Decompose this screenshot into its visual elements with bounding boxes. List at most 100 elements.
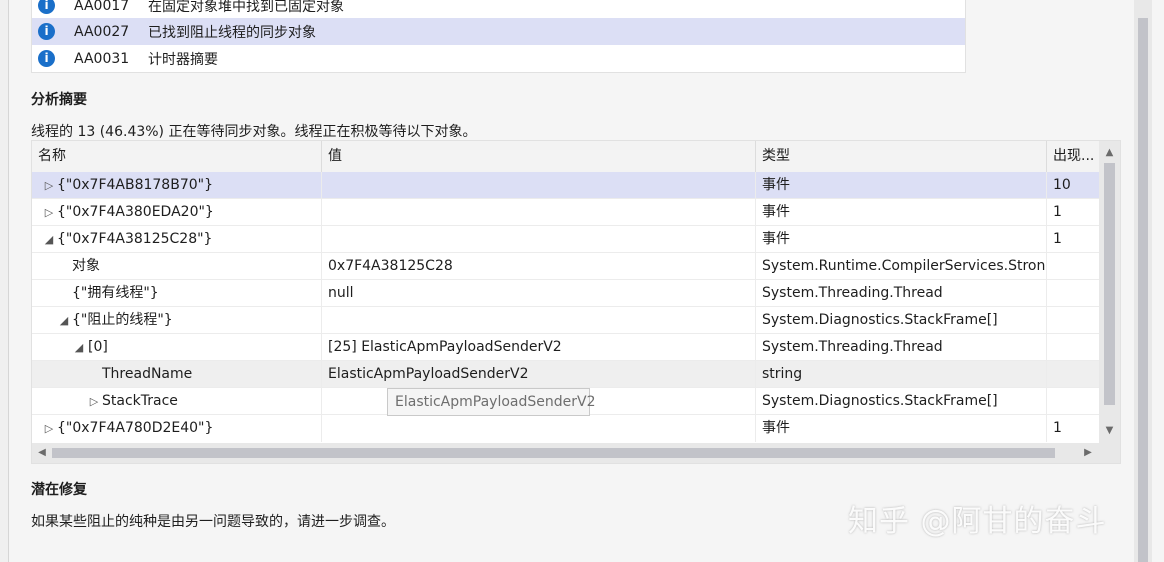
count-cell [1047,361,1099,388]
left-border [0,0,9,562]
triangle-right-icon[interactable]: ▷ [42,415,56,442]
type-cell: System.Threading.Thread [756,334,1047,361]
name-cell: ▷ {"0x7F4A380EDA20"} [32,199,322,226]
rule-row-2[interactable]: i AA0031 计时器摘要 [32,45,965,72]
table-row[interactable]: ▷ {"0x7F4A380EDA20"} 事件 1 [32,199,1099,226]
row-name: 对象 [72,258,100,274]
value-cell: ElasticApmPayloadSenderV2 [322,361,756,388]
name-cell: ▷ {"0x7F4A780D2E40"} [32,415,322,442]
rule-id: AA0031 [74,50,130,67]
name-cell: 对象 [32,253,322,280]
triangle-right-icon[interactable]: ▷ [42,199,56,226]
name-cell: ◢ [0] [32,334,322,361]
name-cell: ◢ {"0x7F4A38125C28"} [32,226,322,253]
value-tooltip: ElasticApmPayloadSenderV2 [387,388,596,416]
table-row[interactable]: ▷ {"0x7F4AB8178B70"} 事件 10 [32,172,1099,199]
type-cell: 事件 [756,199,1047,226]
watermark: 知乎 @阿甘的奋斗 [848,504,1107,539]
count-cell: 1 [1053,420,1062,436]
rule-id: AA0027 [74,23,130,40]
scroll-left-icon[interactable]: ◀ [32,443,52,463]
type-cell: 事件 [756,226,1047,253]
grid-vertical-scrollbar[interactable]: ▲ ▼ [1099,141,1120,443]
name-cell: {"拥有线程"} [32,280,322,307]
type-cell: 事件 [756,172,1047,199]
type-cell: System.Diagnostics.StackFrame[] [756,388,1047,415]
row-name: {"0x7F4A38125C28"} [57,231,213,247]
name-cell: ThreadName [32,361,322,388]
fix-text: 如果某些阻止的纯种是由另一问题导致的，请进一步调查。 [31,514,395,530]
value-cell [322,307,756,334]
row-name: StackTrace [102,393,178,409]
row-name: {"0x7F4AB8178B70"} [57,177,213,193]
value-cell [322,415,756,442]
rule-list: i AA0017 在固定对象堆中找到已固定对象 i AA0027 已找到阻止线程… [31,0,966,73]
count-cell [1047,388,1099,415]
rule-title: 已找到阻止线程的同步对象 [148,24,316,41]
count-cell: 1 [1053,204,1062,220]
info-icon: i [38,0,55,14]
scroll-up-icon[interactable]: ▲ [1099,143,1120,163]
scroll-right-icon[interactable]: ▶ [1078,443,1098,463]
table-row[interactable]: ◢ [0] [25] ElasticApmPayloadSenderV2 Sys… [32,334,1099,361]
value-cell [322,226,756,253]
type-cell: System.Diagnostics.StackFrame[] [756,307,1047,334]
rule-title: 在固定对象堆中找到已固定对象 [148,0,344,15]
rule-row-1[interactable]: i AA0027 已找到阻止线程的同步对象 [32,18,965,45]
name-cell: ◢ {"阻止的线程"} [32,307,322,334]
column-header-value[interactable]: 值 [322,141,756,172]
triangle-right-icon[interactable]: ▷ [42,172,56,199]
name-cell: ▷ {"0x7F4AB8178B70"} [32,172,322,199]
column-header-count[interactable]: 出现... [1047,141,1099,172]
table-row[interactable]: ThreadName ElasticApmPayloadSenderV2 str… [32,361,1099,388]
right-edge [1152,0,1164,562]
type-cell: System.Threading.Thread [756,280,1047,307]
page-vertical-scrollbar[interactable] [1134,0,1152,562]
type-cell: string [756,361,1047,388]
row-name: ThreadName [102,366,193,382]
analysis-heading: 分析摘要 [31,92,87,108]
row-name: {"拥有线程"} [72,285,159,301]
grid-header: 名称 值 类型 出现... [32,141,1099,173]
table-row[interactable]: ◢ {"0x7F4A38125C28"} 事件 1 [32,226,1099,253]
count-cell [1047,280,1099,307]
count-cell [1047,253,1099,280]
row-name: {"0x7F4A380EDA20"} [57,204,214,220]
row-name: [0] [88,339,108,355]
scroll-thumb[interactable] [1104,163,1115,405]
value-cell [322,172,756,199]
triangle-down-icon[interactable]: ◢ [72,334,86,361]
name-cell: ▷ StackTrace [32,388,322,415]
rule-row-0[interactable]: i AA0017 在固定对象堆中找到已固定对象 [32,0,965,19]
table-row[interactable]: {"拥有线程"} null System.Threading.Thread [32,280,1099,307]
value-cell [322,199,756,226]
info-icon: i [38,50,55,67]
count-cell [1047,334,1099,361]
rule-id: AA0017 [74,0,130,14]
type-cell: 事件 [756,415,1047,442]
scroll-down-icon[interactable]: ▼ [1099,421,1120,441]
column-header-type[interactable]: 类型 [756,141,1047,172]
row-name: {"阻止的线程"} [72,312,173,328]
value-cell: [25] ElasticApmPayloadSenderV2 [322,334,756,361]
fix-heading: 潜在修复 [31,482,87,498]
value-cell: null [322,280,756,307]
table-row[interactable]: ◢ {"阻止的线程"} System.Diagnostics.StackFram… [32,307,1099,334]
info-icon: i [38,23,55,40]
table-row[interactable]: ▷ {"0x7F4A780D2E40"} 事件 1 [32,415,1099,442]
row-name: {"0x7F4A780D2E40"} [57,420,214,436]
triangle-down-icon[interactable]: ◢ [57,307,71,334]
column-header-name[interactable]: 名称 [32,141,322,172]
scroll-thumb[interactable] [1138,18,1148,562]
grid-horizontal-scrollbar[interactable]: ◀ ▶ [32,443,1120,463]
type-cell: System.Runtime.CompilerServices.Stron... [756,253,1047,280]
triangle-down-icon[interactable]: ◢ [42,226,56,253]
count-cell: 10 [1053,177,1071,193]
count-cell [1047,307,1099,334]
table-row[interactable]: 对象 0x7F4A38125C28 System.Runtime.Compile… [32,253,1099,280]
scroll-thumb[interactable] [52,448,1055,458]
count-cell: 1 [1053,231,1062,247]
triangle-right-icon[interactable]: ▷ [87,388,101,415]
analysis-summary: 线程的 13 (46.43%) 正在等待同步对象。线程正在积极等待以下对象。 [31,124,477,140]
value-cell: 0x7F4A38125C28 [322,253,756,280]
